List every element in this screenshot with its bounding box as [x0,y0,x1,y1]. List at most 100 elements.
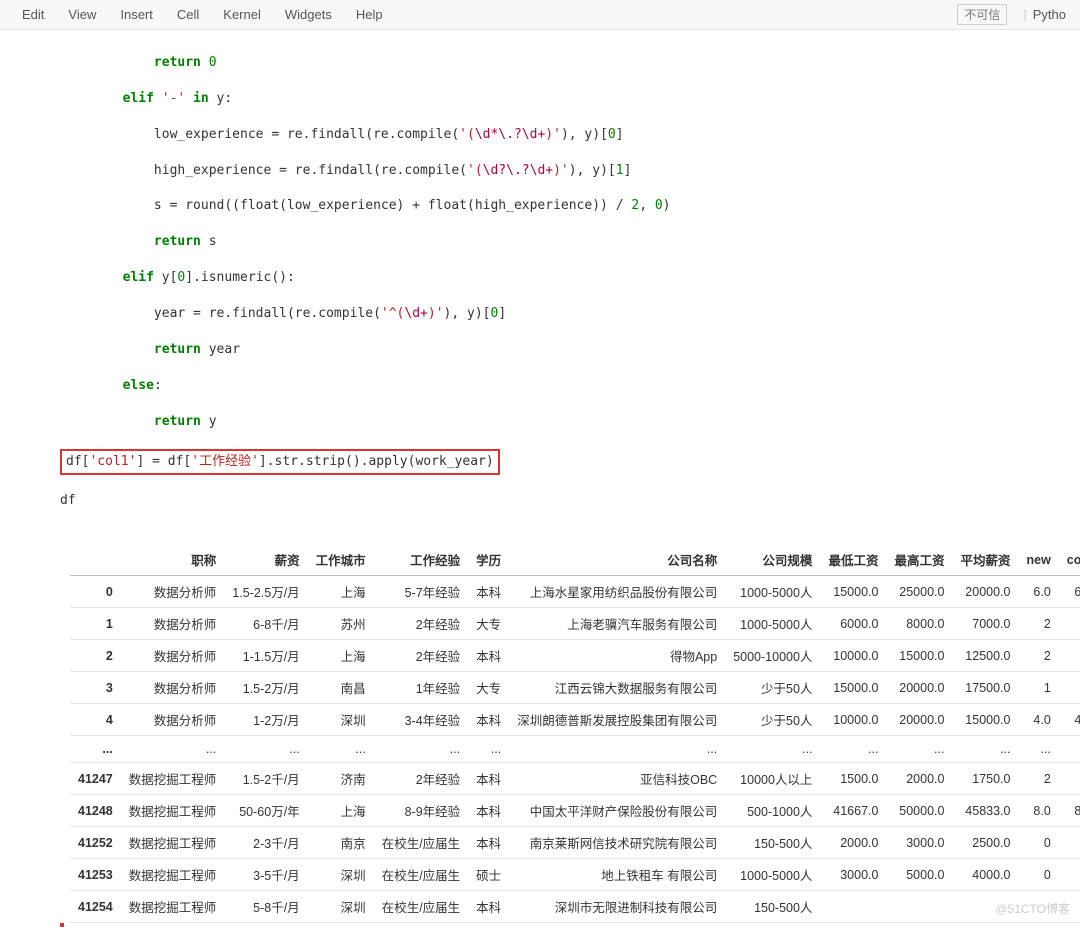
highlighted-code-line: df['col1'] = df['工作经验'].str.strip().appl… [60,449,500,475]
row-index: 41254 [70,891,121,923]
highlighted-columns [60,923,64,927]
table-row[interactable]: ....................................... [70,736,1080,763]
cell: ... [509,736,725,763]
menu-edit[interactable]: Edit [10,4,56,25]
cell: 1.5-2千/月 [224,763,307,795]
cell: 5-7年经验 [374,576,468,608]
watermark: @51CTO博客 [995,900,1070,917]
cell: ... [952,736,1018,763]
cell: 2 [1059,763,1080,795]
column-header[interactable]: 最高工资 [886,544,952,576]
cell: 20000.0 [886,704,952,736]
cell: 6000.0 [820,608,886,640]
row-index: 4 [70,704,121,736]
cell: 150-500人 [725,827,820,859]
separator: | [1023,7,1026,22]
table-row[interactable]: 1数据分析师6-8千/月苏州2年经验大专上海老骥汽车服务有限公司1000-500… [70,608,1080,640]
cell: 深圳市无限进制科技有限公司 [509,891,725,923]
cell: 0 [1059,859,1080,891]
row-index: 2 [70,640,121,672]
row-index: 41252 [70,827,121,859]
menu-widgets[interactable]: Widgets [273,4,344,25]
cell: 0 [1018,859,1058,891]
kernel-name[interactable]: Pytho [1033,7,1066,22]
cell: 本科 [468,891,509,923]
column-header[interactable]: 学历 [468,544,509,576]
cell: 2-3千/月 [224,827,307,859]
menu-help[interactable]: Help [344,4,395,25]
cell: 少于50人 [725,672,820,704]
table-row[interactable]: 41254数据挖掘工程师5-8千/月深圳在校生/应届生本科深圳市无限进制科技有限… [70,891,1080,923]
cell: ... [121,736,225,763]
cell: 深圳 [308,704,374,736]
column-header[interactable]: 工作经验 [374,544,468,576]
column-header[interactable]: 平均薪资 [952,544,1018,576]
row-index: 41247 [70,763,121,795]
column-header[interactable]: 薪资 [224,544,307,576]
cell: 1000-5000人 [725,859,820,891]
cell: 1.5-2万/月 [224,672,307,704]
cell: 数据分析师 [121,672,225,704]
column-header[interactable]: 最低工资 [820,544,886,576]
cell: 1-2万/月 [224,704,307,736]
cell: 2 [1018,763,1058,795]
row-index: 41253 [70,859,121,891]
cell: 深圳 [308,859,374,891]
cell: 2 [1059,608,1080,640]
cell: 1500.0 [820,763,886,795]
menu-view[interactable]: View [56,4,108,25]
cell: 10000.0 [820,704,886,736]
cell: 10000人以上 [725,763,820,795]
cell: ... [224,736,307,763]
table-row[interactable]: 4数据分析师1-2万/月深圳3-4年经验本科深圳朗德普斯发展控股集团有限公司少于… [70,704,1080,736]
dataframe-table[interactable]: 职称薪资工作城市工作经验学历公司名称公司规模最低工资最高工资平均薪资newcol… [70,544,1080,923]
trust-badge[interactable]: 不可信 [957,4,1007,25]
cell: 4000.0 [952,859,1018,891]
column-header[interactable]: 工作城市 [308,544,374,576]
cell: 数据挖掘工程师 [121,827,225,859]
row-index: 1 [70,608,121,640]
row-index: 3 [70,672,121,704]
column-header[interactable]: new [1018,544,1058,576]
cell: ... [886,736,952,763]
cell: 大专 [468,608,509,640]
table-row[interactable]: 41248数据挖掘工程师50-60万/年上海8-9年经验本科中国太平洋财产保险股… [70,795,1080,827]
table-row[interactable]: 41252数据挖掘工程师2-3千/月南京在校生/应届生本科南京莱斯网信技术研究院… [70,827,1080,859]
cell: 在校生/应届生 [374,891,468,923]
cell: 本科 [468,763,509,795]
cell: ... [725,736,820,763]
menu-insert[interactable]: Insert [108,4,165,25]
column-header[interactable]: 公司名称 [509,544,725,576]
cell: 济南 [308,763,374,795]
code-cell[interactable]: return 0 elif '-' in y: low_experience =… [0,30,1080,534]
cell: 5000-10000人 [725,640,820,672]
cell: 1 [1059,672,1080,704]
menu-kernel[interactable]: Kernel [211,4,273,25]
table-row[interactable]: 2数据分析师1-1.5万/月上海2年经验本科得物App5000-10000人10… [70,640,1080,672]
menu-cell[interactable]: Cell [165,4,211,25]
column-header[interactable]: 职称 [121,544,225,576]
table-row[interactable]: 3数据分析师1.5-2万/月南昌1年经验大专江西云锦大数据服务有限公司少于50人… [70,672,1080,704]
cell: 1.5-2.5万/月 [224,576,307,608]
column-header[interactable]: col1 [1059,544,1080,576]
cell: 20000.0 [886,672,952,704]
cell: 1000-5000人 [725,576,820,608]
table-row[interactable]: 41247数据挖掘工程师1.5-2千/月济南2年经验本科亚信科技OBC10000… [70,763,1080,795]
cell: 1 [1018,672,1058,704]
row-index: 0 [70,576,121,608]
cell: 少于50人 [725,704,820,736]
cell: 亚信科技OBC [509,763,725,795]
cell: 2000.0 [820,827,886,859]
table-row[interactable]: 41253数据挖掘工程师3-5千/月深圳在校生/应届生硕士地上铁租车 有限公司1… [70,859,1080,891]
cell: 15000.0 [952,704,1018,736]
cell: 25000.0 [886,576,952,608]
cell: 2 [1018,608,1058,640]
cell: 2年经验 [374,640,468,672]
column-header[interactable]: 公司规模 [725,544,820,576]
cell: 上海水星家用纺织品股份有限公司 [509,576,725,608]
table-row[interactable]: 0数据分析师1.5-2.5万/月上海5-7年经验本科上海水星家用纺织品股份有限公… [70,576,1080,608]
cell: 数据分析师 [121,704,225,736]
cell: 1000-5000人 [725,608,820,640]
cell: 中国太平洋财产保险股份有限公司 [509,795,725,827]
cell: 1750.0 [952,763,1018,795]
